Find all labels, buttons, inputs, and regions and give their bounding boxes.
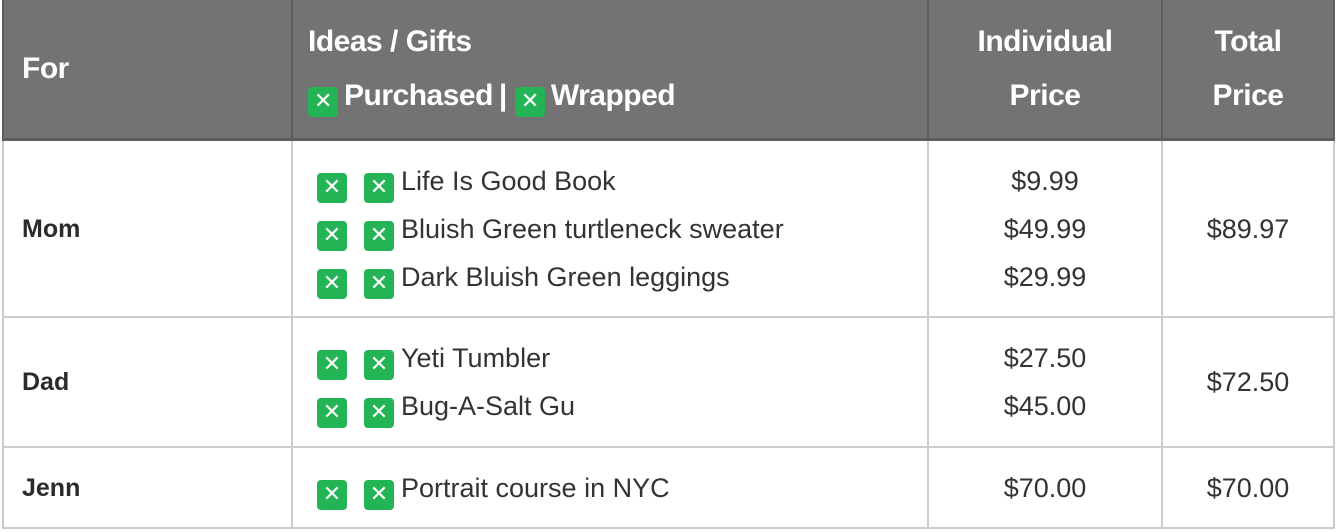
purchased-checkbox-icon[interactable]: ✕	[317, 479, 347, 510]
purchased-checkbox-icon[interactable]: ✕	[317, 398, 347, 428]
header-total-price-line2: Price	[1212, 79, 1284, 112]
recipient-name: Dad	[2, 316, 293, 448]
item-price: $45.00	[1003, 391, 1087, 421]
header-individual-price-line1: Individual	[977, 25, 1113, 58]
header-individual-price: Individual Price	[927, 0, 1163, 141]
table-row: Dad ✕ ✕ Yeti Tumbler ✕ ✕ Bug-A-Salt Gu $27.5…	[2, 316, 1335, 448]
item-price: $49.99	[1003, 213, 1087, 244]
individual-prices: $27.50 $45.00	[927, 316, 1163, 448]
purchased-checkbox-icon[interactable]: ✕	[317, 220, 347, 251]
header-for: For	[2, 0, 293, 141]
table-row: Jenn ✕ ✕ Portrait course in NYC $70.00 $70…	[2, 446, 1335, 529]
gift-item: ✕ ✕ Portrait course in NYC	[317, 464, 927, 512]
header-individual-price-line2: Price	[1009, 79, 1081, 112]
gift-item: ✕ ✕ Life Is Good Book	[317, 157, 927, 205]
wrapped-checkbox-icon[interactable]: ✕	[364, 350, 394, 380]
header-ideas-title: Ideas / Gifts	[308, 25, 472, 58]
item-price: $70.00	[1003, 472, 1087, 503]
purchased-checkbox-icon[interactable]: ✕	[317, 350, 347, 380]
gift-table: For Ideas / Gifts ✕ Purchased | ✕ Wrapped In…	[2, 0, 1335, 529]
purchased-checkbox-icon[interactable]: ✕	[317, 268, 347, 299]
table-row: Mom ✕ ✕ Life Is Good Book ✕ ✕ Bluish Green t…	[2, 138, 1335, 318]
wrapped-checkbox-icon[interactable]: ✕	[364, 268, 394, 299]
item-price: $29.99	[1003, 261, 1087, 292]
recipient-name: Mom	[2, 138, 293, 318]
item-price: $27.50	[1003, 343, 1087, 373]
gift-name: Portrait course in NYC	[401, 472, 670, 503]
gift-item: ✕ ✕ Bug-A-Salt Gu	[317, 382, 927, 430]
gift-list: ✕ ✕ Yeti Tumbler ✕ ✕ Bug-A-Salt Gu	[291, 316, 929, 448]
wrapped-checkbox-icon[interactable]: ✕	[364, 398, 394, 428]
gift-list: ✕ ✕ Portrait course in NYC	[291, 446, 929, 529]
legend-separator: |	[498, 79, 507, 112]
header-ideas: Ideas / Gifts ✕ Purchased | ✕ Wrapped	[291, 0, 929, 141]
header-row: For Ideas / Gifts ✕ Purchased | ✕ Wrapped In…	[2, 0, 1335, 141]
gift-name: Bluish Green turtleneck sweater	[401, 213, 784, 244]
individual-prices: $9.99 $49.99 $29.99	[927, 138, 1163, 318]
header-legend: ✕ Purchased | ✕ Wrapped	[308, 69, 927, 123]
gift-item: ✕ ✕ Dark Bluish Green leggings	[317, 253, 927, 301]
gift-item: ✕ ✕ Yeti Tumbler	[317, 334, 927, 382]
individual-prices: $70.00	[927, 446, 1163, 529]
gift-name: Yeti Tumbler	[401, 343, 551, 373]
header-total-price-line1: Total	[1214, 25, 1282, 58]
wrapped-checkbox-icon[interactable]: ✕	[364, 220, 394, 251]
wrapped-legend-label: Wrapped	[550, 79, 676, 112]
purchased-checkbox-icon[interactable]: ✕	[317, 172, 347, 203]
wrapped-legend-icon: ✕	[514, 87, 545, 117]
gift-list: ✕ ✕ Life Is Good Book ✕ ✕ Bluish Green turtl…	[291, 138, 929, 318]
gift-name: Bug-A-Salt Gu	[401, 391, 576, 421]
item-price: $9.99	[1011, 165, 1079, 196]
purchased-legend-icon: ✕	[308, 87, 338, 117]
total-price: $70.00	[1161, 446, 1335, 529]
purchased-legend-label: Purchased	[344, 79, 493, 112]
gift-item: ✕ ✕ Bluish Green turtleneck sweater	[317, 205, 927, 253]
wrapped-checkbox-icon[interactable]: ✕	[364, 479, 394, 510]
total-price: $72.50	[1161, 316, 1335, 448]
total-price: $89.97	[1161, 138, 1335, 318]
gift-name: Dark Bluish Green leggings	[401, 261, 730, 292]
recipient-name: Jenn	[2, 446, 293, 529]
wrapped-checkbox-icon[interactable]: ✕	[364, 172, 394, 203]
header-total-price: Total Price	[1161, 0, 1335, 141]
gift-name: Life Is Good Book	[401, 165, 616, 196]
